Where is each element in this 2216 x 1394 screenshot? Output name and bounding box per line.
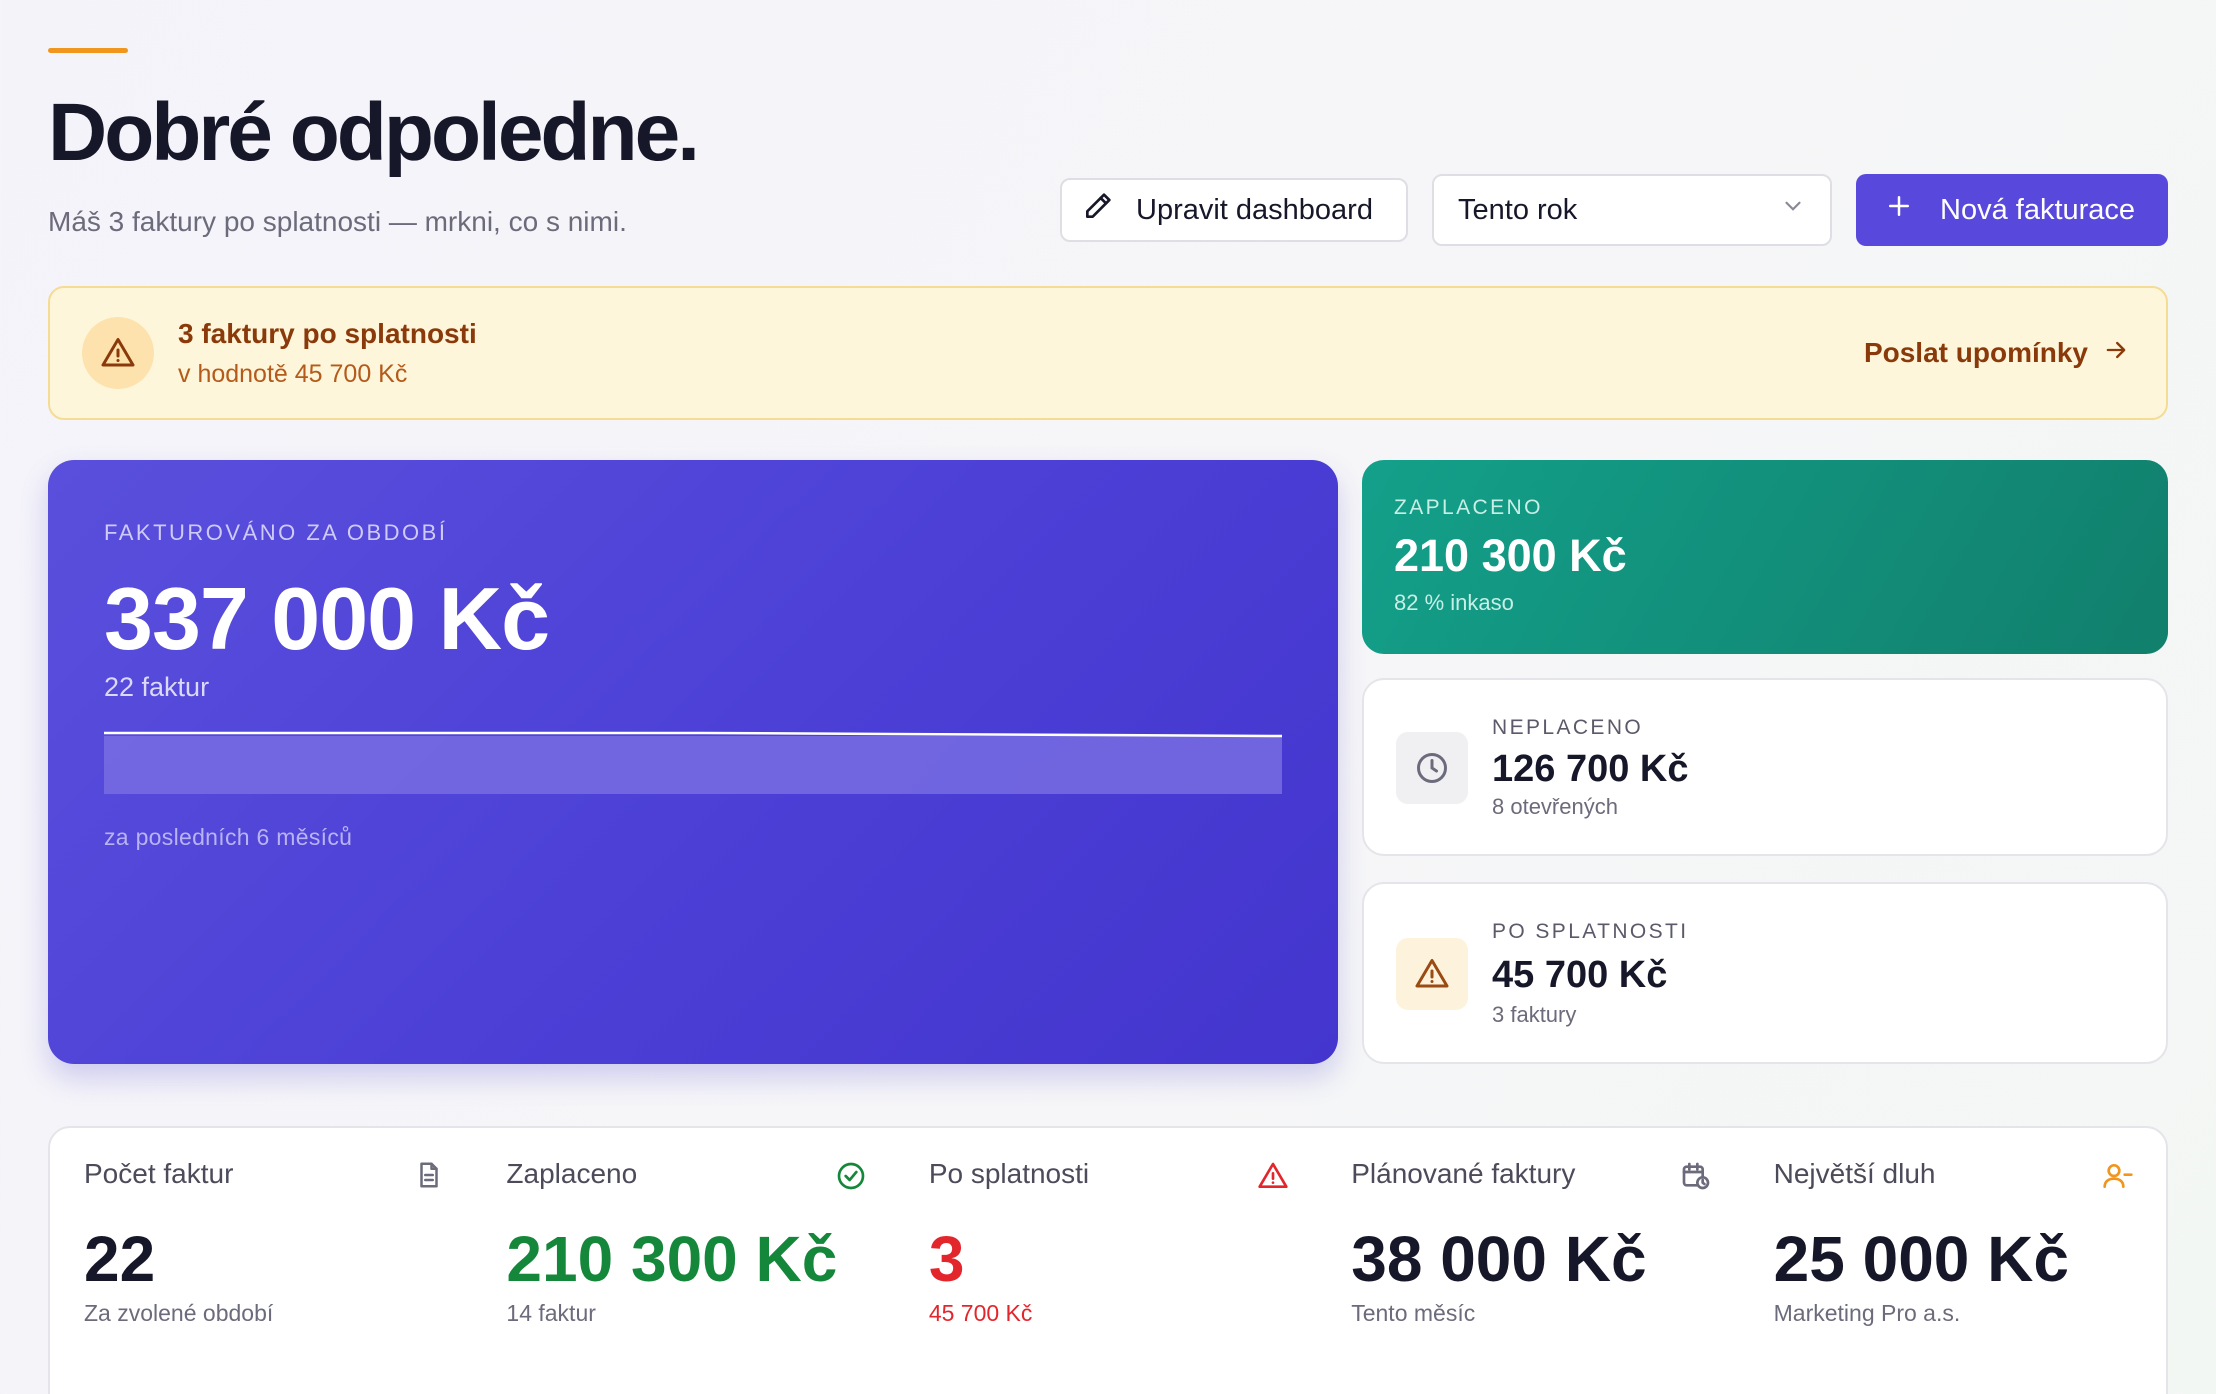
toolbar: Upravit dashboard Tento rok Nová faktura…: [1060, 174, 2168, 246]
stat-sub: 45 700 Kč: [928, 1300, 1033, 1326]
new-invoice-button[interactable]: Nová fakturace: [1856, 174, 2168, 246]
overdue-alert-banner: 3 faktury po splatnosti v hodnotě 45 700…: [48, 286, 2168, 420]
plus-icon: [1884, 191, 1914, 229]
invoiced-footnote: za posledních 6 měsíců: [104, 824, 353, 850]
invoiced-value: 337 000 Kč: [104, 569, 550, 668]
stat-overdue: Po splatnosti 3 45 700 Kč: [897, 1128, 1319, 1394]
arrow-right-icon: [2102, 336, 2130, 371]
stat-label: Největší dluh: [1773, 1158, 1936, 1189]
overdue-sub: 3 faktury: [1492, 1002, 1577, 1027]
page-title: Dobré odpoledne.: [48, 87, 700, 178]
edit-dashboard-label: Upravit dashboard: [1136, 193, 1373, 226]
stat-sub: 14 faktur: [506, 1300, 596, 1326]
stats-panel: Počet faktur 22 Za zvolené období Zaplac…: [48, 1126, 2168, 1394]
calendar-clock-icon: [1680, 1160, 1712, 1197]
clock-icon: [1396, 732, 1468, 804]
stat-value: 3: [928, 1223, 965, 1295]
invoiced-trend-chart: [104, 731, 1282, 794]
trend-line: [104, 731, 1282, 738]
paid-label: ZAPLACENO: [1394, 496, 1543, 519]
send-reminders-label: Poslat upomínky: [1863, 337, 2088, 368]
check-circle-icon: [835, 1160, 867, 1197]
stat-value: 38 000 Kč: [1351, 1223, 1647, 1295]
send-reminders-link[interactable]: Poslat upomínky: [1864, 336, 2130, 371]
stat-sub: Marketing Pro a.s.: [1773, 1300, 1961, 1326]
user-minus-icon: [2102, 1160, 2134, 1197]
stat-sub: Za zvolené období: [84, 1300, 274, 1326]
overdue-value: 45 700 Kč: [1492, 954, 1668, 996]
chevron-down-icon: [1780, 193, 1806, 227]
page-subtitle: Máš 3 faktury po splatnosti — mrkni, co …: [48, 206, 627, 237]
stat-paid: Zaplaceno 210 300 Kč 14 faktur: [474, 1128, 896, 1394]
warning-icon: [1396, 938, 1468, 1010]
invoiced-count: 22 faktur: [104, 672, 210, 702]
overdue-label: PO SPLATNOSTI: [1492, 920, 1689, 943]
stat-value: 22: [84, 1223, 156, 1295]
stat-label: Zaplaceno: [506, 1158, 638, 1189]
unpaid-sub: 8 otevřených: [1492, 794, 1618, 819]
period-select-value: Tento rok: [1458, 193, 1578, 226]
paid-sub: 82 % inkaso: [1394, 590, 1514, 615]
unpaid-card: NEPLACENO 126 700 Kč 8 otevřených: [1362, 678, 2168, 856]
warning-icon: [1257, 1160, 1289, 1197]
stat-label: Počet faktur: [84, 1158, 234, 1189]
stat-label: Plánované faktury: [1351, 1158, 1576, 1189]
invoiced-label: FAKTUROVÁNO ZA OBDOBÍ: [104, 520, 448, 545]
alert-text: 3 faktury po splatnosti v hodnotě 45 700…: [178, 318, 477, 389]
warning-icon: [82, 317, 154, 389]
pencil-icon: [1082, 190, 1114, 230]
unpaid-label: NEPLACENO: [1492, 716, 1644, 739]
stat-sub: Tento měsíc: [1351, 1300, 1476, 1326]
stat-value: 210 300 Kč: [506, 1223, 838, 1295]
paid-value: 210 300 Kč: [1394, 530, 1627, 581]
paid-card: ZAPLACENO 210 300 Kč 82 % inkaso: [1362, 460, 2168, 654]
stat-largest-debt: Největší dluh 25 000 Kč Marketing Pro a.…: [1742, 1128, 2164, 1394]
new-invoice-label: Nová fakturace: [1940, 193, 2136, 226]
trend-area: [104, 736, 1282, 794]
accent-line: [48, 48, 128, 53]
period-select[interactable]: Tento rok: [1432, 174, 1832, 246]
stat-invoice-count: Počet faktur 22 Za zvolené období: [52, 1128, 474, 1394]
stat-planned: Plánované faktury 38 000 Kč Tento měsíc: [1319, 1128, 1741, 1394]
unpaid-value: 126 700 Kč: [1492, 748, 1689, 790]
stat-label: Po splatnosti: [928, 1158, 1090, 1189]
document-icon: [414, 1160, 444, 1195]
overdue-card: PO SPLATNOSTI 45 700 Kč 3 faktury: [1362, 882, 2168, 1064]
alert-subtitle: v hodnotě 45 700 Kč: [178, 359, 408, 388]
edit-dashboard-button[interactable]: Upravit dashboard: [1060, 178, 1408, 242]
invoiced-hero-card: FAKTUROVÁNO ZA OBDOBÍ 337 000 Kč 22 fakt…: [48, 460, 1338, 1064]
alert-title: 3 faktury po splatnosti: [178, 317, 477, 349]
stat-value: 25 000 Kč: [1773, 1223, 2069, 1295]
